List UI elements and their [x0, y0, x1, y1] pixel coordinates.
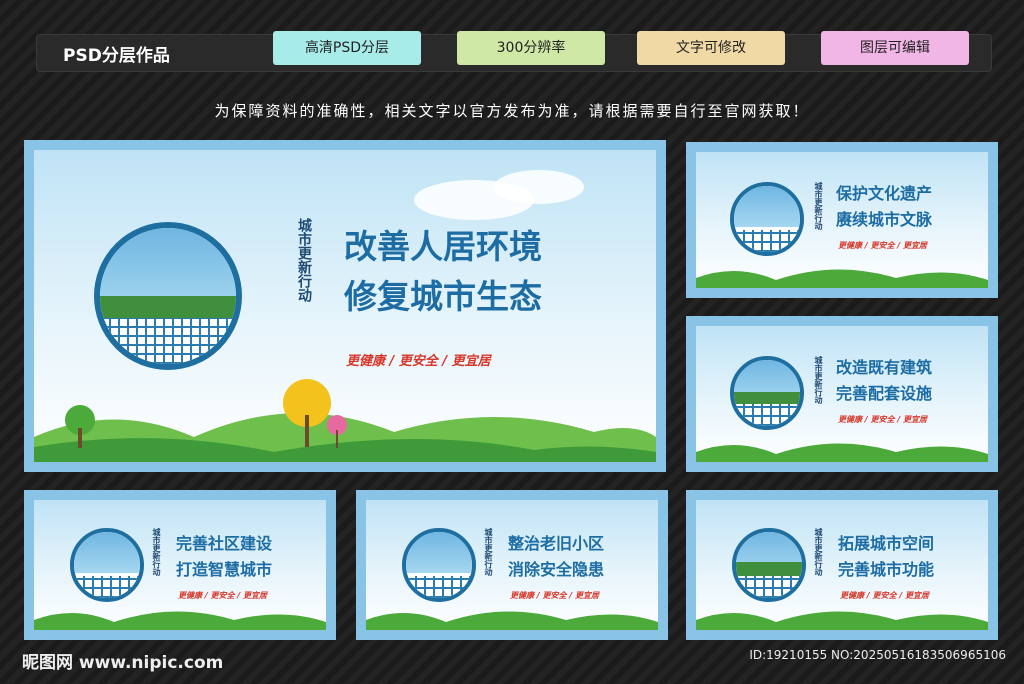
- headline-line-1: 保护文化遗产: [836, 184, 933, 203]
- watermark-id: ID:19210155 NO:20250516183506965106: [749, 648, 1006, 662]
- green-hills: [696, 269, 988, 288]
- board-old-community: 城市更新行动 整治老旧小区 消除安全隐患 更健康 / 更安全 / 更宜居: [356, 490, 668, 640]
- cloud-shape: [494, 170, 584, 204]
- circle-photo-frame: [402, 528, 476, 602]
- watermark-site: 昵图网 www.nipic.com: [22, 653, 224, 673]
- headline-line-2: 消除安全隐患: [508, 560, 605, 579]
- headline-line-1: 整治老旧小区: [508, 534, 605, 553]
- circle-photo-frame: [732, 528, 806, 602]
- lattice-pattern: [736, 575, 802, 598]
- board-heritage: 城市更新行动 保护文化遗产 赓续城市文脉 更健康 / 更安全 / 更宜居: [686, 142, 998, 298]
- tag-editable-text: 文字可修改: [637, 31, 785, 65]
- lattice-pattern: [734, 229, 800, 252]
- green-hills: [696, 611, 988, 630]
- green-hills: [696, 443, 988, 462]
- circle-photo-frame: [94, 222, 242, 370]
- circle-photo-frame: [730, 182, 804, 256]
- headline-line-1: 拓展城市空间: [838, 534, 935, 553]
- circle-photo-frame: [70, 528, 144, 602]
- vertical-label: 城市更新行动: [152, 528, 162, 576]
- circle-photo-frame: [730, 356, 804, 430]
- green-hills: [366, 611, 658, 630]
- headline-line-2: 赓续城市文脉: [836, 210, 933, 229]
- tree-icon: [283, 379, 347, 448]
- headline-line-1: 改造既有建筑: [836, 358, 933, 377]
- slogan-text: 更健康 / 更安全 / 更宜居: [346, 354, 491, 369]
- vertical-label: 城市更新行动: [814, 182, 824, 230]
- product-title: PSD分层作品: [63, 46, 170, 66]
- lattice-pattern: [74, 575, 140, 598]
- slogan-text: 更健康 / 更安全 / 更宜居: [838, 241, 927, 250]
- headline-line-2: 完善城市功能: [838, 560, 935, 579]
- board-community: 城市更新行动 完善社区建设 打造智慧城市 更健康 / 更安全 / 更宜居: [24, 490, 336, 640]
- headline-line-2: 打造智慧城市: [176, 560, 273, 579]
- green-hills: [34, 611, 326, 630]
- board-buildings: 城市更新行动 改造既有建筑 完善配套设施 更健康 / 更安全 / 更宜居: [686, 316, 998, 472]
- lattice-pattern: [406, 575, 472, 598]
- headline-line-2: 修复城市生态: [344, 277, 542, 316]
- tree-icon: [65, 405, 95, 448]
- vertical-label: 城市更新行动: [814, 356, 824, 404]
- headline-line-1: 改善人居环境: [344, 227, 542, 266]
- headline-line-1: 完善社区建设: [176, 534, 273, 553]
- headline-line-2: 完善配套设施: [836, 384, 933, 403]
- slogan-text: 更健康 / 更安全 / 更宜居: [838, 415, 927, 424]
- vertical-label: 城市更新行动: [484, 528, 494, 576]
- tag-editable-layers: 图层可编辑: [821, 31, 969, 65]
- notice-text: 为保障资料的准确性，相关文字以官方发布为准，请根据需要自行至官网获取！: [214, 102, 810, 120]
- board-urban-space: 城市更新行动 拓展城市空间 完善城市功能 更健康 / 更安全 / 更宜居: [686, 490, 998, 640]
- board-main-inner: 城市更新行动 改善人居环境 修复城市生态 更健康 / 更安全 / 更宜居: [34, 150, 656, 462]
- lattice-pattern: [100, 317, 236, 364]
- tag-hd-psd: 高清PSD分层: [273, 31, 421, 65]
- vertical-label: 城市更新行动: [814, 528, 824, 576]
- top-info-bar: PSD分层作品 高清PSD分层 300分辨率 文字可修改 图层可编辑: [36, 31, 992, 72]
- board-main: 城市更新行动 改善人居环境 修复城市生态 更健康 / 更安全 / 更宜居: [24, 140, 666, 472]
- tag-resolution: 300分辨率: [457, 31, 605, 65]
- lattice-pattern: [734, 403, 800, 426]
- vertical-label: 城市更新行动: [296, 218, 312, 302]
